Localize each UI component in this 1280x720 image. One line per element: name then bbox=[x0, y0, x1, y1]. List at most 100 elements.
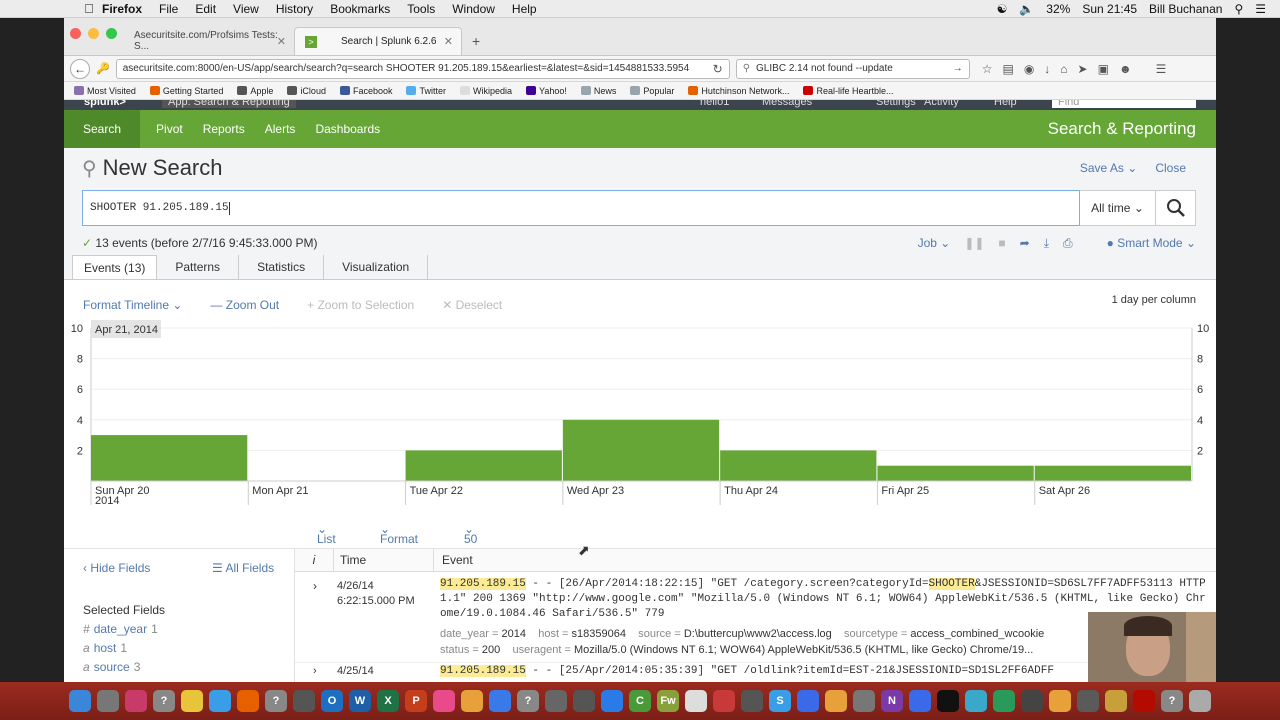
reload-icon[interactable]: ↻ bbox=[713, 62, 723, 76]
zoom-out-button[interactable]: — Zoom Out bbox=[210, 298, 279, 312]
app-icon[interactable] bbox=[965, 690, 987, 712]
onenote-icon[interactable]: N bbox=[881, 690, 903, 712]
launchpad-icon[interactable] bbox=[97, 690, 119, 712]
messages-menu[interactable]: Messages bbox=[762, 100, 812, 108]
timeline-bar[interactable] bbox=[720, 450, 877, 481]
url-bar[interactable]: asecuritsite.com:8000/en-US/app/search/s… bbox=[115, 58, 730, 79]
find-input[interactable]: Find bbox=[1052, 100, 1196, 108]
menu-view[interactable]: View bbox=[233, 2, 259, 16]
job-menu[interactable]: Job ⌄ bbox=[918, 236, 951, 251]
skype-icon[interactable]: S bbox=[769, 690, 791, 712]
field-source[interactable]: a source 3 bbox=[83, 660, 140, 674]
chrome-icon[interactable] bbox=[181, 690, 203, 712]
event-time[interactable]: 4/26/14 6:22:15.000 PM bbox=[337, 579, 415, 609]
firefox-icon[interactable] bbox=[237, 690, 259, 712]
bookmark-facebook[interactable]: Facebook bbox=[339, 85, 392, 96]
safari-icon[interactable] bbox=[209, 690, 231, 712]
field-date-year[interactable]: # date_year 1 bbox=[83, 622, 158, 636]
apple-menu-icon[interactable]:  bbox=[76, 1, 102, 16]
nav-pivot[interactable]: Pivot bbox=[146, 110, 193, 148]
save-as-button[interactable]: Save As ⌄ bbox=[1080, 161, 1137, 175]
pocket-icon[interactable]: ◉ bbox=[1024, 62, 1034, 76]
volume-icon[interactable]: 🔈 bbox=[1019, 2, 1034, 16]
maximize-window-icon[interactable] bbox=[106, 28, 117, 39]
wifi-icon[interactable]: ☯ bbox=[997, 2, 1008, 16]
download-icon[interactable]: ↓ bbox=[1044, 62, 1050, 76]
menu-tools[interactable]: Tools bbox=[407, 2, 435, 16]
identity-icon[interactable]: 🔑 bbox=[96, 62, 110, 75]
timeline-bar[interactable] bbox=[1034, 465, 1191, 481]
new-tab-icon[interactable]: + bbox=[472, 33, 480, 49]
app-icon[interactable] bbox=[685, 690, 707, 712]
app-icon[interactable] bbox=[293, 690, 315, 712]
search-query-input[interactable]: SHOOTER 91.205.189.15 bbox=[82, 190, 1080, 226]
close-tab-icon[interactable]: ✕ bbox=[277, 35, 286, 48]
splunk-logo[interactable]: splunk> bbox=[84, 100, 126, 108]
bookmark-popular[interactable]: Popular bbox=[630, 85, 674, 96]
user-menu[interactable]: hello1 bbox=[700, 100, 729, 108]
reading-list-icon[interactable]: ▤ bbox=[1002, 62, 1013, 76]
nav-dashboards[interactable]: Dashboards bbox=[305, 110, 390, 148]
bookmark-most-visited[interactable]: Most Visited bbox=[74, 85, 136, 96]
question-icon[interactable]: ? bbox=[1161, 690, 1183, 712]
kv-status[interactable]: status = 200 bbox=[440, 644, 500, 656]
browser-tab-2[interactable]: > Search | Splunk 6.2.6 ✕ bbox=[294, 27, 462, 55]
notification-center-icon[interactable]: ☰ bbox=[1255, 2, 1266, 16]
chat-icon[interactable]: ☻ bbox=[1119, 62, 1132, 76]
search-submit-button[interactable] bbox=[1156, 190, 1196, 226]
bookmark-heartbleed[interactable]: Real-life Heartble... bbox=[803, 85, 894, 96]
bookmark-star-icon[interactable]: ☆ bbox=[982, 62, 993, 76]
bookmark-yahoo[interactable]: Yahoo! bbox=[526, 85, 567, 96]
home-icon[interactable]: ⌂ bbox=[1060, 62, 1067, 76]
app-icon[interactable] bbox=[125, 690, 147, 712]
tab-visualization[interactable]: Visualization bbox=[324, 255, 429, 279]
timeline-bar[interactable] bbox=[91, 435, 248, 481]
app-icon[interactable] bbox=[601, 690, 623, 712]
bookmark-getting-started[interactable]: Getting Started bbox=[149, 85, 223, 96]
menu-history[interactable]: History bbox=[276, 2, 313, 16]
question-icon[interactable]: ? bbox=[153, 690, 175, 712]
close-tab-icon[interactable]: ✕ bbox=[444, 35, 453, 48]
format-menu[interactable]: Format ⌄ bbox=[380, 522, 418, 546]
menu-file[interactable]: File bbox=[159, 2, 178, 16]
all-fields-link[interactable]: ☰ All Fields bbox=[212, 561, 274, 575]
minimize-window-icon[interactable] bbox=[88, 28, 99, 39]
app-icon[interactable] bbox=[825, 690, 847, 712]
tab-events[interactable]: Events (13) bbox=[72, 255, 158, 279]
app-icon[interactable] bbox=[853, 690, 875, 712]
keynote-icon[interactable] bbox=[1105, 690, 1127, 712]
app-icon[interactable] bbox=[573, 690, 595, 712]
print-icon[interactable]: ⎙ bbox=[1063, 236, 1073, 251]
nav-alerts[interactable]: Alerts bbox=[255, 110, 306, 148]
help-menu[interactable]: Help bbox=[994, 100, 1017, 108]
menu-bookmarks[interactable]: Bookmarks bbox=[330, 2, 390, 16]
vlc-icon[interactable] bbox=[1049, 690, 1071, 712]
fireworks-icon[interactable]: Fw bbox=[657, 690, 679, 712]
app-icon[interactable] bbox=[797, 690, 819, 712]
deselect-button[interactable]: ✕ Deselect bbox=[442, 298, 502, 312]
menu-window[interactable]: Window bbox=[452, 2, 495, 16]
timeline-bar[interactable] bbox=[405, 450, 562, 481]
bookmark-apple[interactable]: Apple bbox=[237, 85, 273, 96]
terminal-icon[interactable] bbox=[937, 690, 959, 712]
event-raw-text[interactable]: 91.205.189.15 - - [25/Apr/2014:05:35:39]… bbox=[440, 665, 1054, 677]
kv-host[interactable]: host = s18359064 bbox=[538, 628, 626, 640]
close-window-icon[interactable] bbox=[70, 28, 81, 39]
go-arrow-icon[interactable]: → bbox=[953, 63, 963, 74]
timeline-bar[interactable] bbox=[877, 465, 1034, 481]
clock[interactable]: Sun 21:45 bbox=[1082, 2, 1137, 16]
spotlight-icon[interactable]: ⚲ bbox=[1234, 2, 1243, 16]
finder-icon[interactable] bbox=[69, 690, 91, 712]
stop-icon[interactable]: ■ bbox=[998, 236, 1005, 251]
per-page-menu[interactable]: 50 Per Page ⌄ bbox=[464, 522, 492, 574]
battery-percent[interactable]: 32% bbox=[1046, 2, 1070, 16]
browser-search-bar[interactable]: ⚲ GLIBC 2.14 not found --update → bbox=[735, 58, 970, 79]
send-icon[interactable]: ➤ bbox=[1078, 62, 1088, 76]
menu-app-name[interactable]: Firefox bbox=[102, 2, 142, 16]
pause-icon[interactable]: ❚❚ bbox=[964, 236, 984, 251]
hamburger-menu-icon[interactable]: ☰ bbox=[1156, 62, 1167, 76]
bookmark-twitter[interactable]: Twitter bbox=[406, 85, 446, 96]
excel-icon[interactable]: X bbox=[377, 690, 399, 712]
menu-help[interactable]: Help bbox=[512, 2, 537, 16]
tab-statistics[interactable]: Statistics bbox=[239, 255, 325, 279]
